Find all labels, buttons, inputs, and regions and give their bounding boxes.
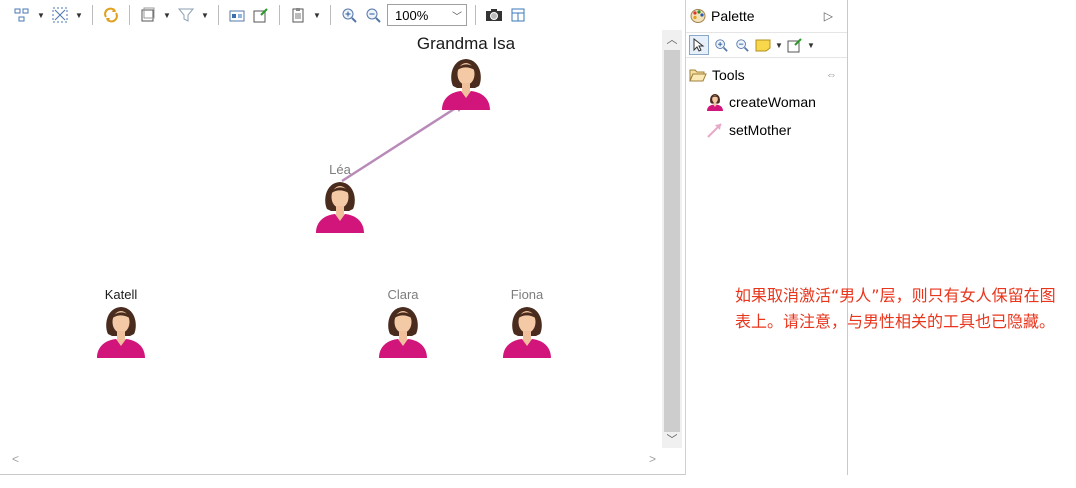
arrange-dropdown-arrow[interactable]: ▼ [36,5,46,25]
mother-link-icon [707,123,722,138]
representation-dropdown-arrow[interactable]: ▼ [807,35,815,55]
diagram-edges [341,100,466,183]
scroll-up-icon[interactable]: ︿ [662,30,682,48]
layout-icon[interactable] [508,5,528,25]
palette-toolbar: ▼ ▼ [686,32,847,58]
paste-dropdown-arrow[interactable]: ▼ [312,5,322,25]
palette-header[interactable]: Palette ▷ [686,0,847,32]
filters-icon[interactable] [176,5,196,25]
scroll-down-icon[interactable]: ﹀ [662,430,682,448]
node-label: Katell [104,287,138,302]
layers-icon[interactable] [138,5,158,25]
diagram-canvas[interactable]: Grandma Isa Léa Katell Clara Fiona [8,30,660,448]
node-grandma-isa[interactable]: Grandma Isa [408,34,524,110]
note-dropdown-arrow[interactable]: ▼ [775,35,783,55]
tools-drawer-title: Tools [712,67,745,83]
zoom-in-icon[interactable] [712,35,730,55]
zoom-out-icon[interactable] [733,35,751,55]
select-dropdown-arrow[interactable]: ▼ [74,5,84,25]
chevron-down-icon[interactable]: ﹀ [452,8,462,23]
pin-drawer-icon[interactable]: ⇔ [826,69,837,81]
scrollbar-thumb[interactable] [664,50,680,432]
woman-icon [376,304,430,358]
paste-format-icon[interactable] [288,5,308,25]
toolbar-separator [475,5,476,25]
diagram-editor: ▼ ▼ ▼ ▼ ▼ 100% ﹀ Grandma Isa Léa Katell … [0,0,848,475]
zoom-out-icon[interactable] [363,5,383,25]
annotation-text: 如果取消激活“男人”层，则只有女人保留在图表上。请注意，与男性相关的工具也已隐藏… [735,286,1056,331]
palette-panel: Palette ▷ ▼ ▼ Tools ⇔ createWoman setMot… [685,0,847,475]
diagram-toolbar: ▼ ▼ ▼ ▼ ▼ 100% ﹀ [0,0,685,30]
refresh-icon[interactable] [101,5,121,25]
tools-drawer-header[interactable]: Tools ⇔ [686,62,847,88]
node-label: Léa [329,162,351,177]
toolbar-separator [92,5,93,25]
node-label: Clara [387,287,419,302]
zoom-value: 100% [395,7,429,23]
woman-icon [500,304,554,358]
pin-elements-icon[interactable] [227,5,247,25]
layers-dropdown-arrow[interactable]: ▼ [162,5,172,25]
scroll-right-icon[interactable]: > [649,452,656,466]
select-tool-icon[interactable] [689,35,709,55]
woman-icon [94,304,148,358]
export-edit-icon[interactable] [251,5,271,25]
node-lea[interactable]: Léa [310,162,370,233]
camera-icon[interactable] [484,5,504,25]
arrange-selection-icon[interactable] [12,5,32,25]
toolbar-separator [330,5,331,25]
note-icon[interactable] [754,35,772,55]
zoom-in-icon[interactable] [339,5,359,25]
horizontal-scrollbar[interactable]: < > [8,450,660,468]
filters-dropdown-arrow[interactable]: ▼ [200,5,210,25]
toolbar-separator [279,5,280,25]
node-fiona[interactable]: Fiona [496,287,558,358]
palette-item-label: createWoman [729,94,816,110]
expand-palette-icon[interactable]: ▷ [824,9,833,23]
woman-icon [706,93,724,111]
vertical-scrollbar[interactable]: ︿ ﹀ [662,30,682,448]
palette-item-label: setMother [729,122,792,138]
select-all-icon[interactable] [50,5,70,25]
palette-item-createwoman[interactable]: createWoman [686,88,847,116]
node-clara[interactable]: Clara [372,287,434,358]
palette-item-setmother[interactable]: setMother [686,116,847,144]
palette-title: Palette [711,8,755,24]
folder-open-icon [689,69,707,82]
scroll-left-icon[interactable]: < [12,452,19,466]
woman-icon [313,179,367,233]
representation-icon[interactable] [786,35,804,55]
node-label: Fiona [510,287,544,302]
palette-icon [690,9,706,23]
zoom-combo[interactable]: 100% ﹀ [387,4,467,26]
node-label: Grandma Isa [416,34,516,53]
toolbar-separator [218,5,219,25]
woman-icon [439,56,493,110]
node-katell[interactable]: Katell [90,287,152,358]
toolbar-separator [129,5,130,25]
